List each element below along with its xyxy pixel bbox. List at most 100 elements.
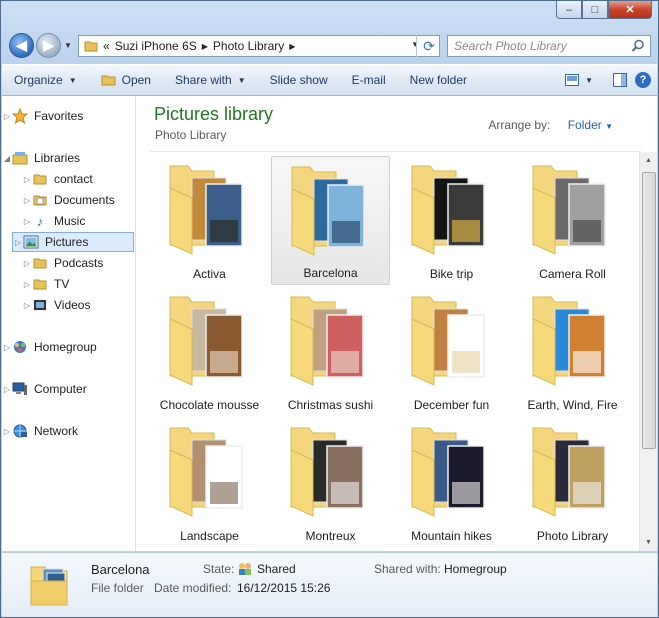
explorer-window: – □ ✕ ◀ ▶ ▼ « Suzi iPhone 6S ▶ Photo Lib…	[0, 0, 659, 618]
folder-item[interactable]: Landscape	[150, 418, 269, 547]
preview-pane-button[interactable]	[605, 65, 635, 95]
share-with-button[interactable]: Share with ▼	[163, 65, 258, 95]
minimize-button[interactable]: –	[556, 1, 582, 19]
nav-homegroup[interactable]: ▷ Homegroup	[2, 337, 97, 357]
shared-with-label: Shared with:	[374, 562, 441, 576]
nav-network-label: Network	[34, 424, 79, 438]
address-overflow[interactable]: «	[103, 39, 110, 53]
scroll-up-icon[interactable]: ▲	[640, 152, 657, 169]
change-view-button[interactable]: ▼	[553, 65, 605, 95]
nav-podcasts-label: Podcasts	[54, 256, 104, 270]
network-icon	[12, 423, 28, 439]
back-button[interactable]: ◀	[9, 33, 34, 58]
expand-icon[interactable]: ▷	[2, 427, 12, 436]
recent-pages-dropdown-icon[interactable]: ▼	[64, 41, 72, 50]
folder-thumbnail-icon	[30, 566, 68, 606]
folder-item[interactable]: Photo Library	[513, 418, 632, 547]
expand-icon[interactable]: ▷	[22, 280, 32, 289]
nav-podcasts[interactable]: ▷ Podcasts	[22, 253, 103, 273]
nav-contact[interactable]: ▷ contact	[22, 169, 93, 189]
folder-item[interactable]: December fun	[392, 287, 511, 416]
address-bar[interactable]: « Suzi iPhone 6S ▶ Photo Library ▶ ▼	[78, 35, 440, 57]
nav-favorites[interactable]: ▷ Favorites	[2, 106, 83, 126]
navigation-buttons: ◀ ▶ ▼	[9, 33, 72, 58]
refresh-button[interactable]: ⟳	[416, 35, 441, 57]
folder-label: Earth, Wind, Fire	[527, 398, 618, 412]
expand-icon[interactable]: ▷	[13, 238, 23, 247]
nav-documents[interactable]: ▷ Documents	[22, 190, 115, 210]
expand-icon[interactable]: ▷	[22, 175, 32, 184]
breadcrumb-chevron-icon[interactable]: ▶	[202, 42, 208, 51]
new-folder-button[interactable]: New folder	[398, 65, 479, 95]
scroll-down-icon[interactable]: ▼	[640, 534, 657, 551]
folder-icon	[290, 296, 364, 386]
refresh-icon: ⟳	[423, 37, 435, 54]
forward-button[interactable]: ▶	[36, 33, 61, 58]
folder-icon	[411, 165, 485, 255]
view-icon	[565, 74, 580, 86]
chevron-down-icon: ▼	[605, 122, 613, 131]
back-arrow-icon: ◀	[16, 37, 27, 53]
nav-libraries-label: Libraries	[34, 151, 81, 165]
email-button[interactable]: E-mail	[340, 65, 398, 95]
arrange-by-dropdown[interactable]: Folder ▼	[568, 118, 613, 132]
folder-icon	[169, 427, 243, 517]
nav-libraries[interactable]: ◢ Libraries	[2, 148, 80, 168]
chevron-down-icon: ▼	[585, 75, 593, 85]
expand-icon[interactable]: ▷	[22, 259, 32, 268]
folder-item[interactable]: Christmas sushi	[271, 287, 390, 416]
arrange-by: Arrange by: Folder ▼	[488, 118, 613, 132]
folder-item[interactable]: Mountain hikes	[392, 418, 511, 547]
chevron-down-icon: ▼	[68, 75, 77, 85]
folder-icon	[32, 276, 48, 292]
nav-tv[interactable]: ▷ TV	[22, 274, 69, 294]
close-button[interactable]: ✕	[608, 1, 652, 19]
navigation-pane: ▷ Favorites ◢ Libraries ▷ contact ▷ Docu…	[2, 96, 136, 551]
nav-pictures[interactable]: ▷ Pictures	[12, 232, 134, 252]
nav-computer[interactable]: ▷ Computer	[2, 379, 87, 399]
window-caption-buttons: – □ ✕	[556, 1, 652, 19]
search-input[interactable]: Search Photo Library	[447, 35, 651, 57]
search-icon[interactable]	[631, 39, 645, 53]
breadcrumb-chevron-icon[interactable]: ▶	[289, 42, 295, 51]
homegroup-icon	[12, 339, 28, 355]
folder-label: Montreux	[305, 529, 356, 543]
slide-show-button[interactable]: Slide show	[258, 65, 340, 95]
expand-icon[interactable]: ▷	[22, 196, 32, 205]
folder-item[interactable]: Chocolate mousse	[150, 287, 269, 416]
breadcrumb-folder[interactable]: Photo Library	[213, 39, 284, 53]
divider	[150, 151, 641, 152]
breadcrumb-device[interactable]: Suzi iPhone 6S	[115, 39, 197, 53]
open-label: Open	[121, 73, 151, 87]
expand-icon[interactable]: ▷	[2, 343, 12, 352]
folder-item[interactable]: Activa	[150, 156, 269, 285]
folder-item[interactable]: Barcelona	[271, 156, 390, 285]
folder-icon	[411, 296, 485, 386]
help-button[interactable]: ?	[635, 72, 651, 88]
open-folder-icon	[101, 75, 116, 86]
expand-icon[interactable]: ▷	[2, 385, 12, 394]
folder-item[interactable]: Camera Roll	[513, 156, 632, 285]
folder-item[interactable]: Montreux	[271, 418, 390, 547]
vertical-scrollbar[interactable]: ▲ ▼	[639, 152, 657, 551]
folder-item[interactable]: Bike trip	[392, 156, 511, 285]
folder-icon	[532, 165, 606, 255]
organize-button[interactable]: Organize ▼	[2, 65, 89, 95]
scrollbar-thumb[interactable]	[642, 172, 656, 449]
folder-item[interactable]: Earth, Wind, Fire	[513, 287, 632, 416]
folder-label: Barcelona	[303, 266, 358, 280]
maximize-button[interactable]: □	[582, 1, 608, 19]
command-bar: Organize ▼ Open Share with ▼ Slide show E-…	[2, 64, 657, 96]
forward-arrow-icon: ▶	[43, 37, 54, 53]
expand-icon[interactable]: ▷	[2, 112, 12, 121]
expand-icon[interactable]: ▷	[22, 217, 32, 226]
state-label: State:	[203, 562, 235, 576]
collapse-icon[interactable]: ◢	[2, 154, 12, 163]
shared-users-icon	[239, 563, 251, 575]
expand-icon[interactable]: ▷	[22, 301, 32, 310]
state-value: Shared	[237, 562, 296, 576]
nav-videos[interactable]: ▷ Videos	[22, 295, 91, 315]
nav-network[interactable]: ▷ Network	[2, 421, 78, 441]
nav-music[interactable]: ▷ ♪ Music	[22, 211, 85, 231]
open-button[interactable]: Open	[89, 65, 163, 95]
